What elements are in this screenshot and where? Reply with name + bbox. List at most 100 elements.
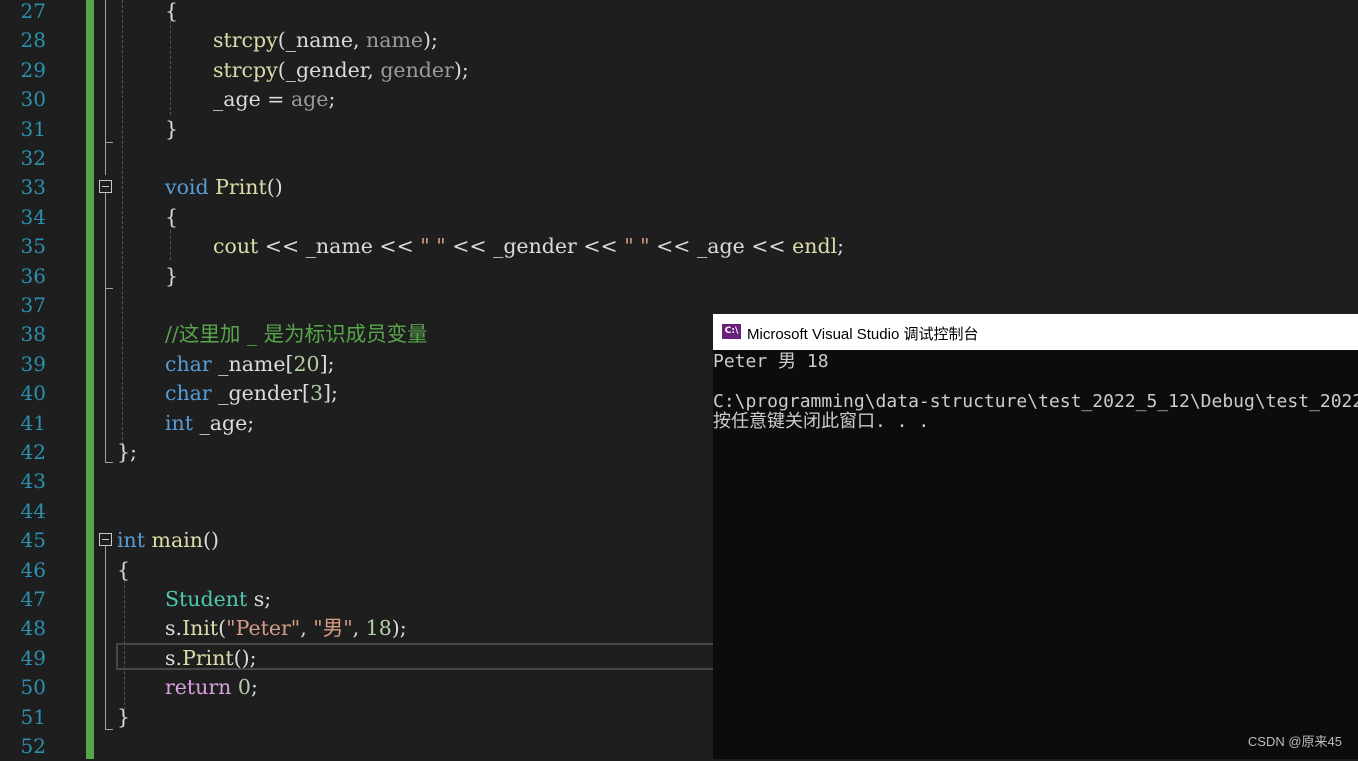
line-number: 47 xyxy=(20,587,46,611)
collapse-toggle-icon[interactable] xyxy=(99,180,112,193)
code-line-40: char _gender[3]; xyxy=(165,379,338,408)
console-titlebar[interactable]: C:\ Microsoft Visual Studio 调试控制台 xyxy=(713,314,1358,350)
fold-line xyxy=(105,0,106,175)
keyword: char xyxy=(165,381,212,406)
code-line-35: cout << _name << " " << _gender << " " <… xyxy=(213,232,844,261)
comment: //这里加 _ 是为标识成员变量 xyxy=(165,322,428,347)
line-number: 50 xyxy=(20,675,46,700)
punct: , xyxy=(352,616,366,641)
punct: ); xyxy=(391,616,407,641)
keyword: void xyxy=(165,175,209,200)
punct: ); xyxy=(423,28,438,53)
line-number: 48 xyxy=(20,616,46,641)
line-number: 30 xyxy=(20,87,46,112)
fold-end xyxy=(105,462,113,463)
code-line-33: void Print() xyxy=(165,173,283,202)
code-text: _age; xyxy=(193,410,255,435)
line-number-gutter: 27 28 29 30 31 32 33 34 35 36 37 38 39 4… xyxy=(0,0,86,759)
member-var: _name xyxy=(285,28,353,53)
fold-end xyxy=(105,729,113,730)
line-number: 34 xyxy=(20,204,46,229)
keyword: int xyxy=(165,410,193,435)
code-line-31: } xyxy=(165,115,178,144)
code-line-27: { xyxy=(165,0,178,26)
param: gender xyxy=(380,57,454,82)
debug-console-window[interactable]: C:\ Microsoft Visual Studio 调试控制台 Peter … xyxy=(713,314,1358,759)
function-name: Print xyxy=(182,645,234,670)
number-literal: 3 xyxy=(310,381,324,406)
line-number: 37 xyxy=(20,293,46,317)
operator: << xyxy=(649,234,697,259)
member-var: _name xyxy=(305,234,373,259)
line-number: 38 xyxy=(20,322,46,347)
line-number: 41 xyxy=(20,410,46,435)
identifier: endl xyxy=(792,234,838,259)
line-number: 42 xyxy=(20,440,46,464)
punct: ( xyxy=(277,57,286,82)
punct: ); xyxy=(453,57,469,82)
keyword: char xyxy=(165,351,212,376)
fold-end xyxy=(105,288,113,289)
code-text: _gender[ xyxy=(211,381,310,406)
code-line-46: { xyxy=(117,556,130,585)
member-var: _gender xyxy=(493,234,577,259)
operator: << xyxy=(576,234,625,259)
code-line-48: s.Init("Peter", "男", 18); xyxy=(165,614,407,643)
function-name: Print xyxy=(215,175,267,200)
line-number: 51 xyxy=(20,704,46,729)
function-name: strcpy xyxy=(213,57,278,82)
variable: s xyxy=(165,616,176,641)
line-number: 28 xyxy=(20,28,46,53)
number-literal: 20 xyxy=(293,351,320,376)
punct: ( xyxy=(277,28,286,53)
code-line-51: } xyxy=(117,703,130,732)
operator: << xyxy=(744,234,793,259)
keyword: int xyxy=(117,528,145,553)
identifier: cout xyxy=(213,234,259,259)
line-number: 44 xyxy=(20,498,46,523)
string-literal: " " xyxy=(420,234,446,259)
operator: << xyxy=(372,234,421,259)
punct: , xyxy=(367,57,381,82)
punct: () xyxy=(266,175,283,200)
function-name: main xyxy=(151,528,203,553)
number-literal: 0 xyxy=(237,675,251,700)
brace: { xyxy=(117,557,131,582)
line-number: 46 xyxy=(20,557,46,582)
code-line-50: return 0; xyxy=(165,673,258,702)
console-title: Microsoft Visual Studio 调试控制台 xyxy=(747,326,979,343)
punct: (); xyxy=(233,645,257,670)
code-line-38: //这里加 _ 是为标识成员变量 xyxy=(165,320,428,349)
brace: { xyxy=(165,204,179,229)
brace: } xyxy=(117,704,131,729)
change-tracking-bar xyxy=(86,0,94,759)
line-number: 43 xyxy=(20,469,46,494)
member-var: _age xyxy=(696,234,745,259)
variable: s xyxy=(165,645,176,670)
brace: } xyxy=(165,116,179,141)
function-name: Init xyxy=(182,616,219,641)
code-text: s; xyxy=(247,587,272,611)
code-line-36: } xyxy=(165,262,178,291)
member-var: _gender xyxy=(285,57,368,82)
punct: () xyxy=(202,528,219,553)
indent-guide xyxy=(122,0,123,460)
param: age xyxy=(290,87,329,112)
line-number: 40 xyxy=(20,381,46,406)
console-output-line: C:\programming\data-structure\test_2022_… xyxy=(713,391,1358,412)
brace: } xyxy=(165,263,179,288)
line-number: 52 xyxy=(20,734,46,758)
punct: , xyxy=(300,616,314,641)
string-literal: "男" xyxy=(313,616,353,641)
operator: << xyxy=(445,234,494,259)
code-text: }; xyxy=(117,440,137,464)
code-line-49[interactable]: s.Print(); xyxy=(165,644,257,673)
number-literal: 18 xyxy=(365,616,392,641)
code-line-29: strcpy(_gender, gender); xyxy=(213,56,469,85)
type-name: Student xyxy=(165,587,248,611)
collapse-toggle-icon[interactable] xyxy=(99,533,112,546)
console-output-line: Peter 男 18 xyxy=(713,351,829,372)
param: name xyxy=(366,28,424,53)
member-var: _age xyxy=(213,87,261,112)
console-output-line: 按任意键关闭此窗口. . . xyxy=(713,411,930,432)
